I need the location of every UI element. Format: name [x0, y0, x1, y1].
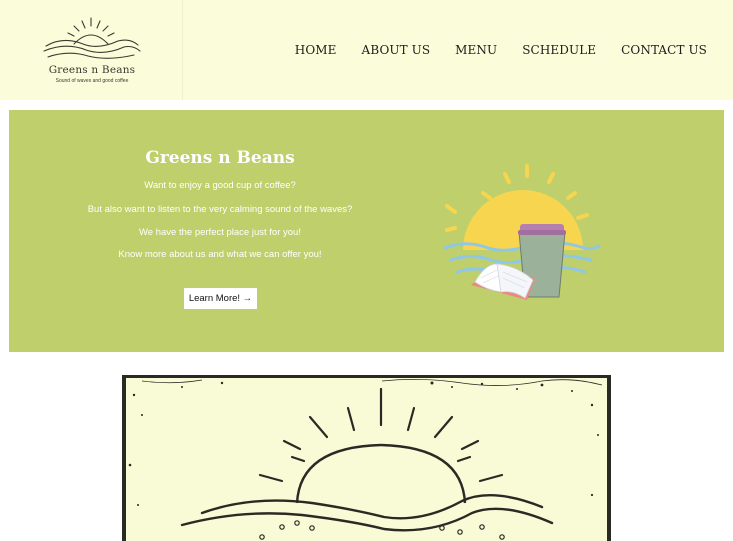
sun-over-waves-icon	[43, 17, 141, 59]
nav-schedule[interactable]: SCHEDULE	[522, 43, 596, 57]
sketch-drawing	[122, 375, 611, 541]
main-nav: HOME ABOUT US MENU SCHEDULE CONTACT US	[295, 43, 707, 57]
logo[interactable]: Greens n Beans Sound of waves and good c…	[0, 0, 183, 100]
nav-home[interactable]: HOME	[295, 43, 337, 57]
nav-menu[interactable]: MENU	[455, 43, 497, 57]
hero-line-1: Want to enjoy a good cup of coffee?	[144, 180, 296, 191]
sun-over-waves-sketch	[122, 375, 611, 541]
hero-line-3: We have the perfect place just for you!	[139, 227, 301, 238]
hero-line-2: But also want to listen to the very calm…	[87, 204, 353, 215]
logo-tagline: Sound of waves and good coffee	[55, 78, 129, 84]
logo-title: Greens n Beans	[48, 64, 136, 76]
site-header: Greens n Beans Sound of waves and good c…	[0, 0, 733, 100]
hero-section: Greens n Beans Want to enjoy a good cup …	[9, 110, 724, 352]
coffee-cup-book-sun-illustration	[443, 164, 601, 300]
learn-more-button[interactable]: Learn More! →	[184, 288, 257, 309]
nav-contact-us[interactable]: CONTACT US	[621, 43, 707, 57]
hero-title: Greens n Beans	[145, 148, 295, 168]
nav-about-us[interactable]: ABOUT US	[362, 43, 431, 57]
hero-line-4: Know more about us and what we can offer…	[118, 249, 322, 260]
